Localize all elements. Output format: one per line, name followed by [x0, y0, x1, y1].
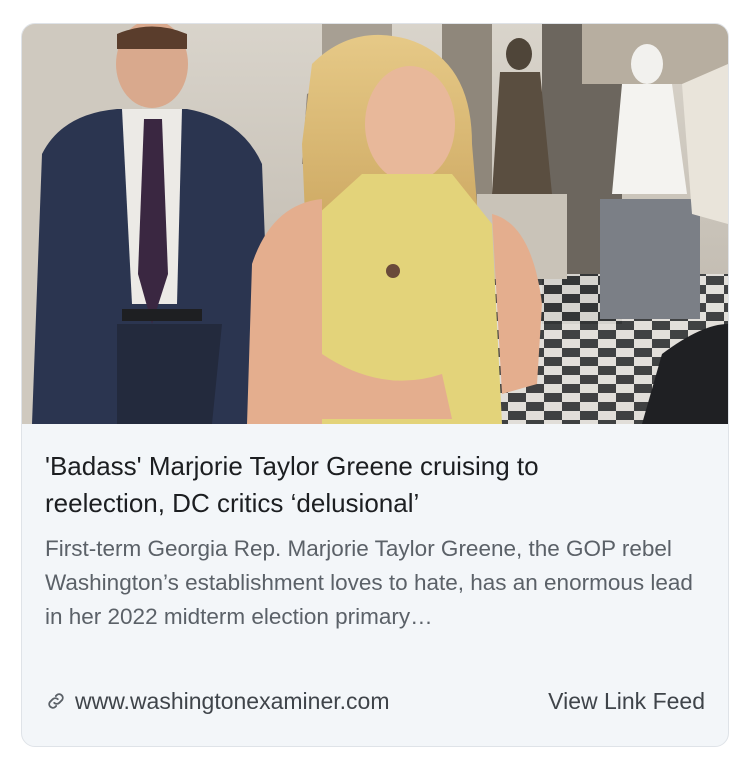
- link-footer: www.washingtonexaminer.com View Link Fee…: [45, 684, 705, 718]
- article-photo[interactable]: [22, 24, 728, 424]
- view-link-feed-button[interactable]: View Link Feed: [548, 684, 705, 718]
- article-summary: First-term Georgia Rep. Marjorie Taylor …: [45, 536, 693, 629]
- article-headline[interactable]: 'Badass' Marjorie Taylor Greene cruising…: [45, 448, 665, 522]
- source-domain-link[interactable]: www.washingtonexaminer.com: [75, 684, 389, 718]
- link-preview-card[interactable]: 'Badass' Marjorie Taylor Greene cruising…: [21, 23, 729, 747]
- article-photo-image: [22, 24, 728, 424]
- link-icon: [45, 690, 67, 712]
